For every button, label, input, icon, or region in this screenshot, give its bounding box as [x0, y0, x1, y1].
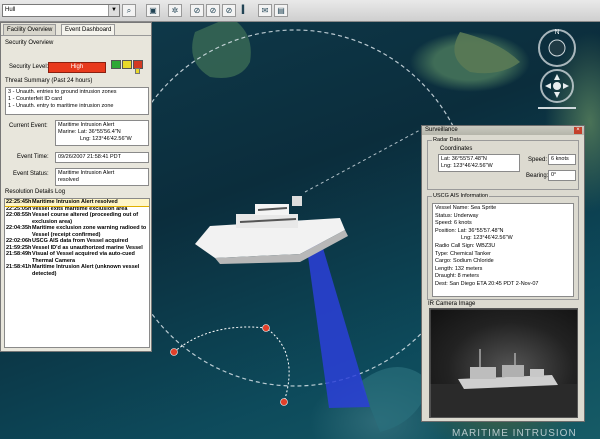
bearing-label: Bearing: [526, 173, 549, 179]
ir-title: IR Camera Image [428, 301, 476, 307]
radar-title: Radar Data [432, 137, 463, 143]
threat-item: 3 - Unauth. entries to ground intrusion … [8, 89, 117, 95]
ais-line: Vessel Name: Sea Sprite [435, 205, 497, 211]
ais-box: Vessel Name: Sea Sprite Status: Underway… [432, 203, 574, 297]
current-event-text: Marine: Lat: 36°55'56.4"N [58, 129, 121, 135]
event-time-label: Event Time: [17, 154, 49, 160]
lat-value: Lat: 36°55'57.48"N [441, 156, 487, 162]
event-status-box: Maritime Intrusion Alert resolved [55, 168, 149, 186]
event-time-value: 09/26/2007 21:58:41 PDT [55, 152, 149, 163]
event-status-label: Event Status: [13, 171, 49, 177]
ais-line: Draught: 8 meters [435, 273, 480, 280]
radar-data-group: Radar Data Coordinates Lat: 36°55'57.48"… [427, 137, 579, 190]
event-dashboard-panel: Facility Overview Event Dashboard Securi… [0, 22, 152, 352]
search-icon[interactable]: ⌕ [122, 4, 136, 17]
speed-value: 6 knots [548, 154, 576, 165]
security-level-label: Security Level: [9, 64, 49, 70]
ir-camera-image [429, 308, 578, 418]
ais-line: Status: Underway [435, 212, 479, 219]
ais-line: Radio Call Sign: WBZ3U [435, 242, 496, 249]
ais-line: Lng: 123°46'42.56"W [461, 235, 513, 242]
threat-summary-title: Threat Summary (Past 24 hours) [5, 78, 93, 84]
event-status-text: Maritime Intrusion Alert [58, 170, 115, 176]
surveillance-title-bar[interactable]: Surveillance × [422, 126, 584, 135]
current-event-text: Maritime Intrusion Alert [58, 122, 115, 128]
tab-event-dashboard[interactable]: Event Dashboard [61, 24, 116, 35]
mail-icon[interactable]: ✉ [258, 4, 272, 17]
navigation-control[interactable]: N [524, 26, 590, 114]
speed-label: Speed: [528, 157, 548, 163]
resolution-log[interactable]: 22:25:45h Maritime Intrusion Alert resolv… [4, 198, 150, 348]
satellite-icon[interactable]: ⊘ [206, 4, 220, 17]
ais-line: Type: Chemical Tanker [435, 250, 491, 257]
lng-value: Lng: 123°46'42.56"W [441, 163, 493, 169]
current-event-text: Lng: 123°46'42.56"W [80, 136, 132, 142]
ais-line: Speed: 6 knots [435, 220, 472, 227]
ais-line: Cargo: Sodium Chloride [435, 258, 494, 265]
section-title: Security Overview [5, 40, 54, 46]
toolbar: Hull ▼ ⌕ ▣ ✲ ⊘ ⊘ ⊘ ▍ ✉ ▤ [0, 0, 600, 22]
close-icon[interactable]: × [574, 127, 582, 134]
ais-group: USCG AIS Information Vessel Name: Sea Sp… [427, 193, 579, 300]
watermark: MARITIME INTRUSION [452, 428, 577, 439]
threat-item: 1 - Counterfeit ID card [8, 96, 63, 102]
log-entry[interactable]: 22:08:55h Vessel course altered (proceedi… [5, 212, 149, 225]
waypoint[interactable] [280, 398, 288, 406]
log-entry[interactable]: 22:04:35h Maritime exclusion zone warning… [5, 225, 149, 238]
ais-line: Dest: San Diego ETA 20:45 PDT 2-Nov-07 [435, 280, 539, 287]
settings-icon[interactable]: ✲ [168, 4, 182, 17]
link-icon[interactable]: ⊘ [190, 4, 204, 17]
event-status-text: resolved [58, 177, 79, 183]
resolution-title: Resolution Details Log [5, 189, 66, 195]
coords-title: Coordinates [440, 146, 473, 152]
ais-title: USCG AIS Information [432, 193, 490, 199]
layers-icon[interactable]: ▤ [274, 4, 288, 17]
ais-line: Length: 132 meters [435, 265, 483, 272]
surveillance-window: Surveillance × Radar Data Coordinates La… [421, 125, 585, 422]
threat-item: 1 - Unauth. entry to maritime intrusion … [8, 103, 114, 109]
ruler-icon[interactable]: ⊘ [222, 4, 236, 17]
log-entry[interactable]: 21:58:49h Visual of Vessel acquired via a… [5, 251, 149, 264]
range-circle [116, 29, 474, 387]
yacht[interactable] [195, 196, 348, 264]
current-event-label: Current Event: [9, 123, 48, 129]
tab-facility-overview[interactable]: Facility Overview [3, 24, 57, 35]
ais-line: Position: Lat: 36°55'57.48"N [435, 227, 504, 234]
waypoint[interactable] [170, 348, 178, 356]
waypoint[interactable] [262, 324, 270, 332]
security-level-badge: High [48, 62, 106, 73]
threat-summary-box: 3 - Unauth. entries to ground intrusion … [5, 87, 149, 115]
threat-light [111, 60, 145, 75]
search-input[interactable]: Hull ▼ [2, 4, 120, 17]
bearing-value: 0° [548, 170, 576, 181]
svg-text:N: N [554, 29, 559, 36]
window-title: Surveillance [425, 127, 458, 133]
separator-icon: ▍ [241, 5, 249, 14]
log-entry[interactable]: 21:58:41h Maritime Intrusion Alert (unkno… [5, 264, 149, 277]
ir-ship [430, 309, 577, 417]
chevron-down-icon[interactable]: ▼ [108, 5, 119, 16]
current-event-box: Maritime Intrusion Alert Marine: Lat: 36… [55, 120, 149, 146]
globe-icon[interactable]: ▣ [146, 4, 160, 17]
coords-box: Lat: 36°55'57.48"N Lng: 123°46'42.56"W [438, 154, 520, 172]
